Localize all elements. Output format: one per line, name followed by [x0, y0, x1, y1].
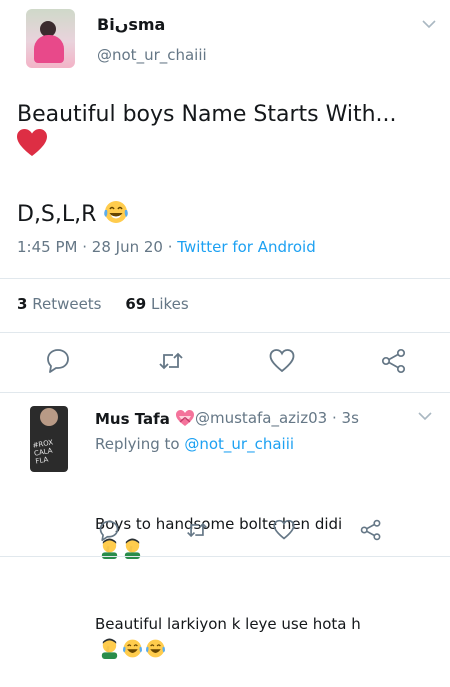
author-handle[interactable]: @not_ur_chaiii: [97, 46, 207, 64]
reply-author-name-text: Mus Tafa: [95, 410, 170, 428]
retweets-count: 3: [17, 295, 28, 313]
chevron-down-icon[interactable]: [422, 19, 436, 29]
retweet-icon[interactable]: [186, 519, 208, 541]
emoji-group: [99, 638, 166, 659]
divider: [0, 392, 450, 393]
tweet-text-line2: D,S,L,R: [17, 199, 129, 227]
reply-handle-line: @mustafa_aziz03 · 3s: [195, 409, 359, 427]
avatar-face: [40, 408, 58, 426]
divider: [0, 556, 450, 557]
heart-with-ribbon-emoji-icon: [176, 410, 195, 426]
tweet-letters: D,S,L,R: [17, 202, 97, 227]
divider: [0, 332, 450, 333]
red-heart-emoji-icon: [17, 129, 47, 156]
reply-line-1-text: Boys to handsome bolte hen didi: [95, 515, 343, 533]
share-icon[interactable]: [360, 519, 382, 541]
tweet-date: 28 Jun 20: [91, 238, 163, 256]
chevron-down-icon[interactable]: [418, 411, 432, 421]
heart-icon[interactable]: [273, 519, 295, 541]
avatar-figure-dress: [34, 35, 64, 63]
meta-separator: ·: [82, 238, 88, 256]
reply-icon[interactable]: [98, 519, 120, 541]
likes-label: Likes: [151, 295, 189, 313]
retweet-icon[interactable]: [158, 348, 184, 374]
avatar-shirt-text: #ROX CALA FLA: [32, 438, 54, 466]
replying-to: Replying to @not_ur_chaiii: [95, 435, 294, 453]
retweets-stat[interactable]: 3 Retweets: [17, 295, 102, 313]
heart-icon[interactable]: [269, 348, 295, 374]
laughing-tears-emoji-icon: [122, 639, 143, 658]
laughing-tears-emoji-icon: [145, 639, 166, 658]
author-name[interactable]: Biںsma: [97, 15, 165, 34]
reply-author-handle[interactable]: @mustafa_aziz03: [195, 409, 327, 427]
tweet-stats: 3 Retweets 69 Likes: [17, 295, 189, 313]
reply-author-avatar[interactable]: #ROX CALA FLA: [30, 406, 68, 472]
reply-icon[interactable]: [45, 347, 71, 373]
reply-author-name[interactable]: Mus Tafa: [95, 409, 195, 428]
man-facepalming-emoji-icon: [101, 638, 118, 659]
tweet-text: Beautiful boys Name Starts With...: [17, 102, 397, 127]
tweet-meta: 1:45 PM · 28 Jun 20 · Twitter for Androi…: [17, 238, 316, 256]
likes-count: 69: [125, 295, 147, 313]
laughing-tears-emoji-icon: [104, 201, 129, 223]
meta-separator: ·: [331, 409, 337, 427]
retweets-label: Retweets: [32, 295, 102, 313]
divider: [0, 278, 450, 279]
replying-to-label: Replying to: [95, 435, 180, 453]
reply-line-2: Beautiful larkiyon k leye use hota h: [95, 587, 361, 662]
replying-to-mention[interactable]: @not_ur_chaiii: [184, 435, 294, 453]
likes-stat[interactable]: 69 Likes: [125, 295, 188, 313]
meta-separator: ·: [167, 238, 173, 256]
author-avatar[interactable]: [26, 9, 75, 68]
tweet-source-link[interactable]: Twitter for Android: [177, 238, 315, 256]
share-icon[interactable]: [381, 348, 407, 374]
tweet-time: 1:45 PM: [17, 238, 78, 256]
reply-line-2-text: Beautiful larkiyon k leye use hota h: [95, 615, 361, 633]
reply-line-1: Boys to handsome bolte hen didi: [95, 487, 361, 562]
reply-text: Boys to handsome bolte hen didi Beautifu…: [95, 462, 361, 687]
reply-age: 3s: [341, 409, 359, 427]
